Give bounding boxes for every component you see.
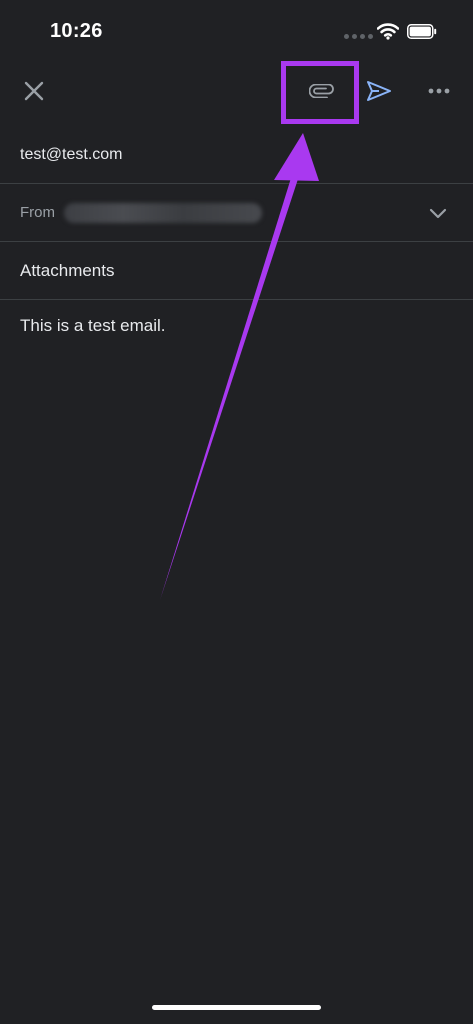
- subject-field[interactable]: Attachments: [0, 242, 473, 300]
- more-options-button[interactable]: [422, 74, 456, 108]
- chevron-down-icon: [429, 208, 447, 218]
- send-button[interactable]: [362, 74, 396, 108]
- close-icon: [24, 81, 44, 101]
- from-field[interactable]: From: [0, 184, 473, 242]
- to-recipient: test@test.com: [20, 146, 123, 163]
- email-body[interactable]: This is a test email.: [20, 316, 166, 336]
- compose-toolbar: [0, 60, 473, 124]
- from-dropdown-button[interactable]: [424, 200, 452, 226]
- to-field[interactable]: test@test.com: [0, 126, 473, 184]
- from-address-blurred: [64, 203, 262, 223]
- wifi-icon: [377, 23, 399, 40]
- status-bar: 10:26: [0, 0, 473, 60]
- home-indicator[interactable]: [152, 1005, 321, 1010]
- compose-screen: 10:26 test@test.com From Attachments Thi…: [0, 0, 473, 1024]
- cellular-signal-icon: [344, 34, 373, 39]
- status-time: 10:26: [50, 20, 103, 42]
- send-icon: [367, 81, 391, 101]
- from-label: From: [20, 204, 55, 221]
- close-button[interactable]: [18, 74, 50, 108]
- annotation-highlight-box: [281, 61, 359, 124]
- more-vert-icon: [428, 88, 450, 94]
- subject-text: Attachments: [20, 261, 115, 280]
- battery-icon: [407, 24, 437, 39]
